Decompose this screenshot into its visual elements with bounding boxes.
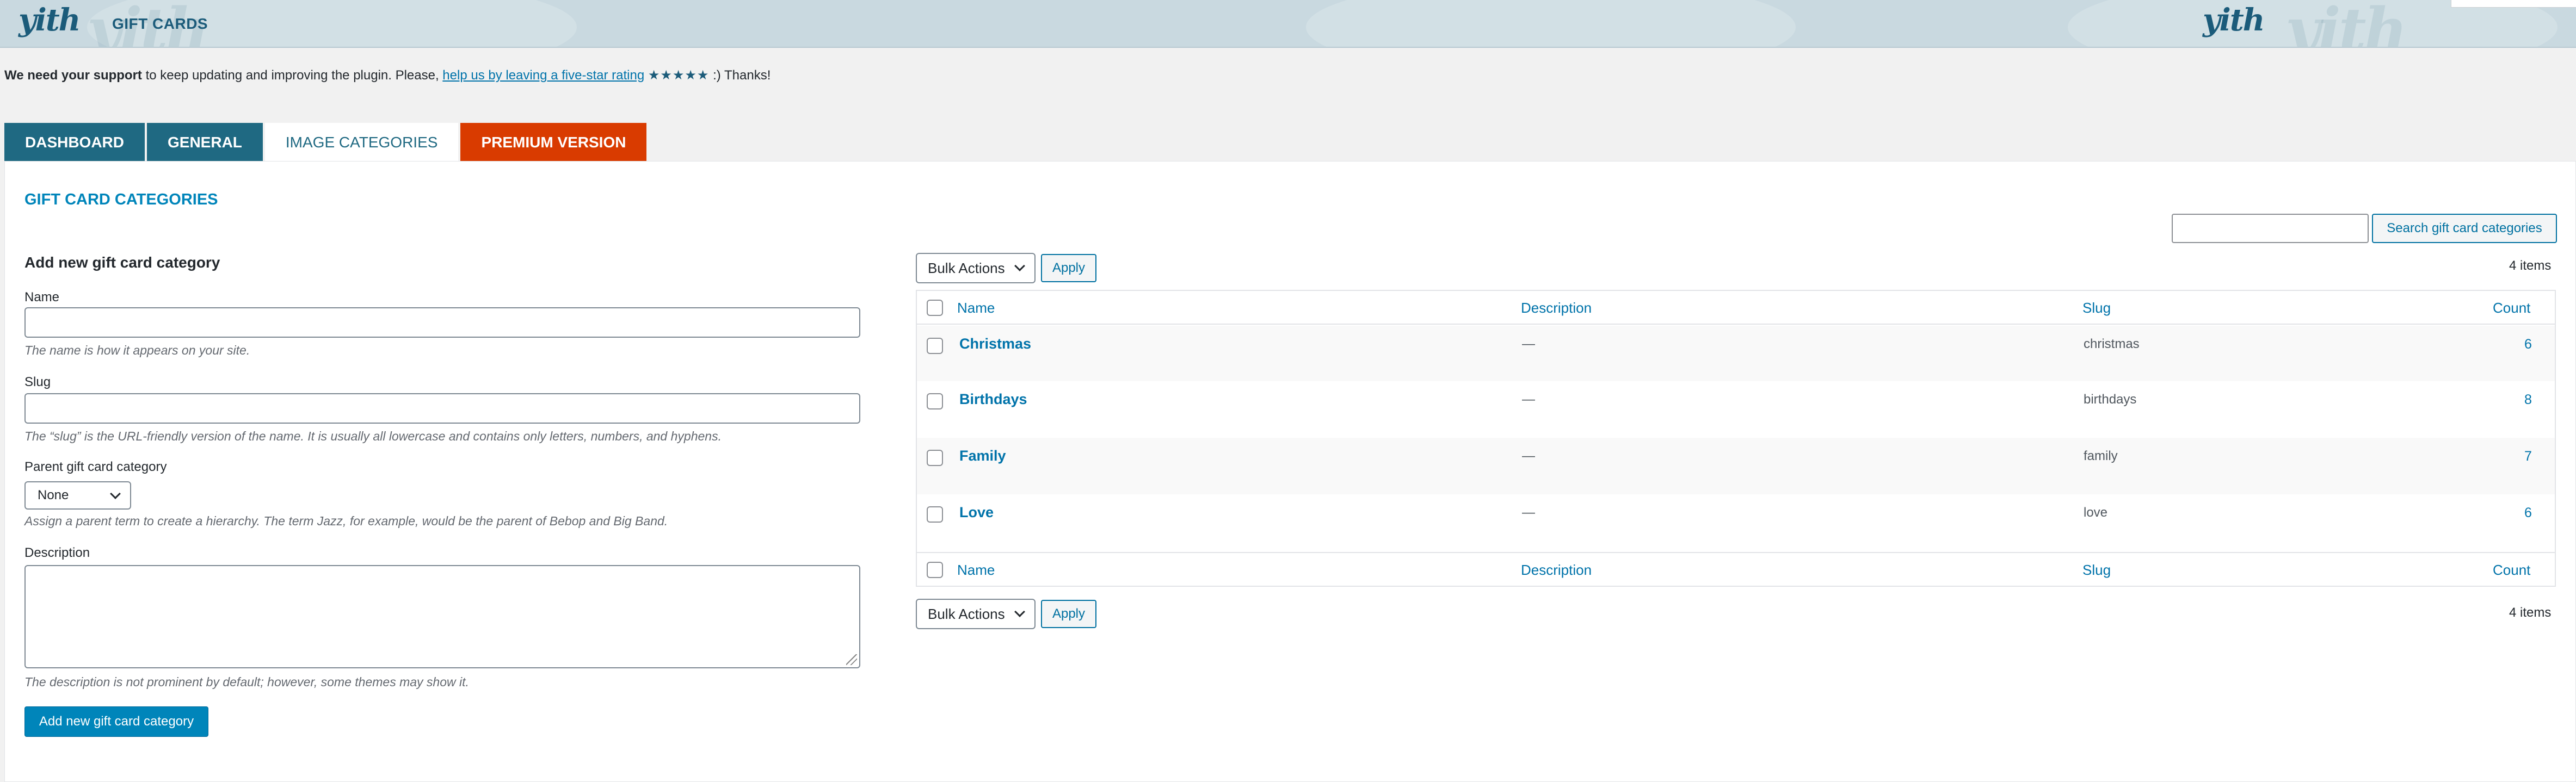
table-row: Love — love 6 <box>917 494 2555 551</box>
apply-button-top[interactable]: Apply <box>1041 254 1096 282</box>
column-description-footer[interactable]: Description <box>1521 562 1592 579</box>
slug-input[interactable] <box>24 393 860 424</box>
plugin-title: GIFT CARDS <box>112 15 208 32</box>
table-row: Family — family 7 <box>917 438 2555 494</box>
parent-label: Parent gift card category <box>24 460 167 474</box>
category-name-link[interactable]: Birthdays <box>959 391 1027 408</box>
chevron-down-icon <box>1014 606 1025 617</box>
column-slug-footer[interactable]: Slug <box>2082 562 2111 579</box>
screen-options-box <box>2451 0 2576 8</box>
category-count-link[interactable]: 6 <box>2524 505 2532 521</box>
category-name-link[interactable]: Christmas <box>959 336 1031 352</box>
column-description[interactable]: Description <box>1521 300 1592 316</box>
column-name-footer[interactable]: Name <box>957 562 995 579</box>
description-label: Description <box>24 545 90 560</box>
category-description: — <box>1522 337 1535 351</box>
table-row: Birthdays — birthdays 8 <box>917 381 2555 438</box>
description-hint: The description is not prominent by defa… <box>24 675 469 689</box>
row-checkbox[interactable] <box>927 393 943 409</box>
category-description: — <box>1522 392 1535 407</box>
category-slug: birthdays <box>2084 392 2137 407</box>
category-count-link[interactable]: 8 <box>2524 392 2532 408</box>
apply-button-bottom[interactable]: Apply <box>1041 600 1096 628</box>
parent-hint: Assign a parent term to create a hierarc… <box>24 514 668 528</box>
yith-logo-right: yith <box>2203 2 2265 38</box>
notice-text-end: :) Thanks! <box>709 68 771 83</box>
content-panel: GIFT CARD CATEGORIES Add new gift card c… <box>4 161 2576 782</box>
category-name-link[interactable]: Love <box>959 504 994 521</box>
tab-image-categories[interactable]: IMAGE CATEGORIES <box>264 123 459 162</box>
plugin-tabs: DASHBOARD GENERAL IMAGE CATEGORIES PREMI… <box>4 123 649 162</box>
add-form-title: Add new gift card category <box>24 254 220 271</box>
search-categories-button[interactable]: Search gift card categories <box>2372 214 2557 243</box>
category-slug: love <box>2084 505 2108 520</box>
five-star-icons: ★★★★★ <box>648 68 710 83</box>
tab-dashboard[interactable]: DASHBOARD <box>4 123 145 162</box>
row-checkbox[interactable] <box>927 450 943 466</box>
category-name-link[interactable]: Family <box>959 448 1006 464</box>
bulk-actions-value: Bulk Actions <box>928 605 1005 622</box>
category-description: — <box>1522 505 1535 520</box>
chevron-down-icon <box>110 488 121 499</box>
row-checkbox[interactable] <box>927 338 943 354</box>
items-count-bottom: 4 items <box>2509 605 2552 620</box>
notice-text: to keep updating and improving the plugi… <box>141 68 443 83</box>
table-footer-row: Name Description Slug Count <box>917 552 2555 586</box>
bulk-actions-value: Bulk Actions <box>928 259 1005 276</box>
name-label: Name <box>24 290 60 305</box>
column-name[interactable]: Name <box>957 300 995 316</box>
plugin-header-banner: yith yith yith GIFT CARDS yith <box>0 0 2576 48</box>
parent-select-value: None <box>38 488 69 502</box>
rating-link[interactable]: help us by leaving a five-star rating <box>442 68 644 83</box>
parent-select[interactable]: None <box>24 481 131 510</box>
category-slug: christmas <box>2084 337 2140 351</box>
categories-table: Name Description Slug Count Christmas — … <box>916 290 2556 587</box>
column-count[interactable]: Count <box>2493 300 2530 316</box>
slug-label: Slug <box>24 375 51 389</box>
search-input[interactable] <box>2172 214 2369 243</box>
add-category-button[interactable]: Add new gift card category <box>24 706 208 737</box>
yith-logo: yith <box>19 2 81 38</box>
chevron-down-icon <box>1014 260 1025 271</box>
support-notice: We need your support to keep updating an… <box>4 67 771 83</box>
tab-general[interactable]: GENERAL <box>147 123 263 162</box>
table-row: Christmas — christmas 6 <box>917 326 2555 381</box>
category-slug: family <box>2084 449 2118 463</box>
description-textarea[interactable] <box>24 565 860 668</box>
bulk-actions-select-top[interactable]: Bulk Actions <box>916 253 1036 283</box>
select-all-checkbox[interactable] <box>927 300 943 316</box>
tab-premium-version[interactable]: PREMIUM VERSION <box>460 123 647 162</box>
category-count-link[interactable]: 6 <box>2524 337 2532 352</box>
name-input[interactable] <box>24 307 860 338</box>
category-description: — <box>1522 449 1535 463</box>
row-checkbox[interactable] <box>927 506 943 523</box>
resize-grip-icon[interactable] <box>846 654 857 665</box>
banner-decoration <box>1306 0 1796 47</box>
slug-hint: The “slug” is the URL-friendly version o… <box>24 429 722 443</box>
table-header-row: Name Description Slug Count <box>917 291 2555 325</box>
bulk-actions-select-bottom[interactable]: Bulk Actions <box>916 599 1036 629</box>
items-count-top: 4 items <box>2509 258 2552 273</box>
category-count-link[interactable]: 7 <box>2524 449 2532 464</box>
column-slug[interactable]: Slug <box>2082 300 2111 316</box>
logo-watermark: yith <box>2285 0 2407 48</box>
section-title: GIFT CARD CATEGORIES <box>24 191 218 208</box>
column-count-footer[interactable]: Count <box>2493 562 2530 579</box>
select-all-checkbox-bottom[interactable] <box>927 562 943 578</box>
name-hint: The name is how it appears on your site. <box>24 343 250 357</box>
notice-strong: We need your support <box>4 68 142 83</box>
